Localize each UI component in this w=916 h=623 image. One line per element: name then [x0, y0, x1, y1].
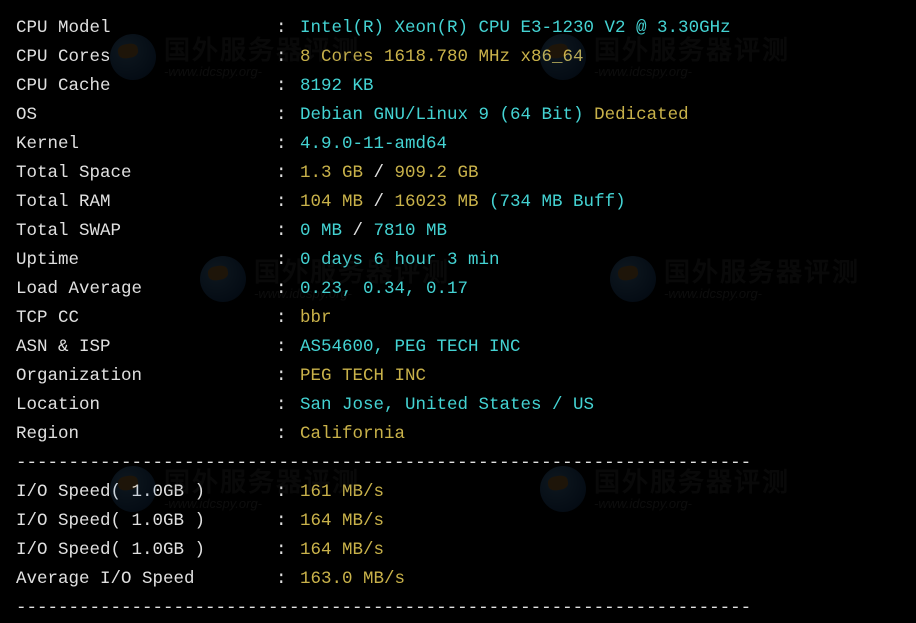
row-label: Average I/O Speed [16, 565, 276, 594]
colon: : [276, 14, 300, 43]
row-value: 8 Cores 1618.780 MHz x86_64 [300, 43, 584, 72]
row-label: Kernel [16, 130, 276, 159]
divider: ----------------------------------------… [16, 594, 900, 623]
row-value: 164 MB/s [300, 507, 384, 536]
colon: : [276, 217, 300, 246]
info-row: ASN & ISP : AS54600, PEG TECH INC [16, 333, 900, 362]
row-value: Intel(R) Xeon(R) CPU E3-1230 V2 @ 3.30GH… [300, 14, 731, 43]
colon: : [276, 72, 300, 101]
row-label: Region [16, 420, 276, 449]
row-label: Location [16, 391, 276, 420]
row-value: 16023 MB [395, 188, 490, 217]
row-label: CPU Cache [16, 72, 276, 101]
info-row: TCP CC : bbr [16, 304, 900, 333]
row-label: Total RAM [16, 188, 276, 217]
info-row: Region : California [16, 420, 900, 449]
colon: : [276, 478, 300, 507]
row-value: 0.23, 0.34, 0.17 [300, 275, 468, 304]
io-speed-block: I/O Speed( 1.0GB ) : 161 MB/sI/O Speed( … [16, 478, 900, 594]
info-row: Total RAM : 104 MB / 16023 MB (734 MB Bu… [16, 188, 900, 217]
info-row: CPU Cache : 8192 KB [16, 72, 900, 101]
row-value: 0 MB [300, 217, 353, 246]
info-row: Location : San Jose, United States / US [16, 391, 900, 420]
info-row: I/O Speed( 1.0GB ) : 164 MB/s [16, 536, 900, 565]
row-value: 8192 KB [300, 72, 374, 101]
row-label: Total Space [16, 159, 276, 188]
row-value: Debian GNU/Linux 9 (64 Bit) [300, 101, 594, 130]
row-value: (734 MB Buff) [489, 188, 626, 217]
info-row: I/O Speed( 1.0GB ) : 161 MB/s [16, 478, 900, 507]
info-row: Kernel : 4.9.0-11-amd64 [16, 130, 900, 159]
info-row: OS : Debian GNU/Linux 9 (64 Bit) Dedicat… [16, 101, 900, 130]
row-value: PEG TECH INC [300, 362, 426, 391]
info-row: Organization : PEG TECH INC [16, 362, 900, 391]
colon: : [276, 43, 300, 72]
colon: : [276, 536, 300, 565]
row-value: / [374, 159, 395, 188]
row-value: 909.2 GB [395, 159, 479, 188]
colon: : [276, 391, 300, 420]
row-label: OS [16, 101, 276, 130]
info-row: Load Average : 0.23, 0.34, 0.17 [16, 275, 900, 304]
colon: : [276, 101, 300, 130]
row-value: 163.0 MB/s [300, 565, 405, 594]
info-row: I/O Speed( 1.0GB ) : 164 MB/s [16, 507, 900, 536]
info-row: Uptime : 0 days 6 hour 3 min [16, 246, 900, 275]
row-value: 104 MB [300, 188, 374, 217]
row-value: 7810 MB [374, 217, 448, 246]
row-value: 164 MB/s [300, 536, 384, 565]
row-label: Load Average [16, 275, 276, 304]
row-label: I/O Speed( 1.0GB ) [16, 507, 276, 536]
colon: : [276, 130, 300, 159]
row-label: CPU Model [16, 14, 276, 43]
colon: : [276, 507, 300, 536]
row-label: I/O Speed( 1.0GB ) [16, 536, 276, 565]
row-label: CPU Cores [16, 43, 276, 72]
info-row: CPU Model : Intel(R) Xeon(R) CPU E3-1230… [16, 14, 900, 43]
row-value: San Jose, United States / US [300, 391, 594, 420]
colon: : [276, 246, 300, 275]
info-row: Total Space : 1.3 GB / 909.2 GB [16, 159, 900, 188]
row-value: 0 days 6 hour 3 min [300, 246, 500, 275]
row-label: Organization [16, 362, 276, 391]
row-label: Total SWAP [16, 217, 276, 246]
row-value: Dedicated [594, 101, 689, 130]
row-value: / [353, 217, 374, 246]
row-value: California [300, 420, 405, 449]
row-label: I/O Speed( 1.0GB ) [16, 478, 276, 507]
colon: : [276, 159, 300, 188]
row-value: 4.9.0-11-amd64 [300, 130, 447, 159]
colon: : [276, 333, 300, 362]
divider: ----------------------------------------… [16, 449, 900, 478]
row-value: bbr [300, 304, 332, 333]
row-value: / [374, 188, 395, 217]
colon: : [276, 362, 300, 391]
colon: : [276, 420, 300, 449]
row-label: ASN & ISP [16, 333, 276, 362]
row-label: TCP CC [16, 304, 276, 333]
system-info-block: CPU Model : Intel(R) Xeon(R) CPU E3-1230… [16, 14, 900, 449]
row-label: Uptime [16, 246, 276, 275]
row-value: 161 MB/s [300, 478, 384, 507]
info-row: Total SWAP : 0 MB / 7810 MB [16, 217, 900, 246]
colon: : [276, 275, 300, 304]
colon: : [276, 188, 300, 217]
row-value: AS54600, PEG TECH INC [300, 333, 521, 362]
colon: : [276, 304, 300, 333]
colon: : [276, 565, 300, 594]
info-row: CPU Cores : 8 Cores 1618.780 MHz x86_64 [16, 43, 900, 72]
info-row: Average I/O Speed : 163.0 MB/s [16, 565, 900, 594]
row-value: 1.3 GB [300, 159, 374, 188]
